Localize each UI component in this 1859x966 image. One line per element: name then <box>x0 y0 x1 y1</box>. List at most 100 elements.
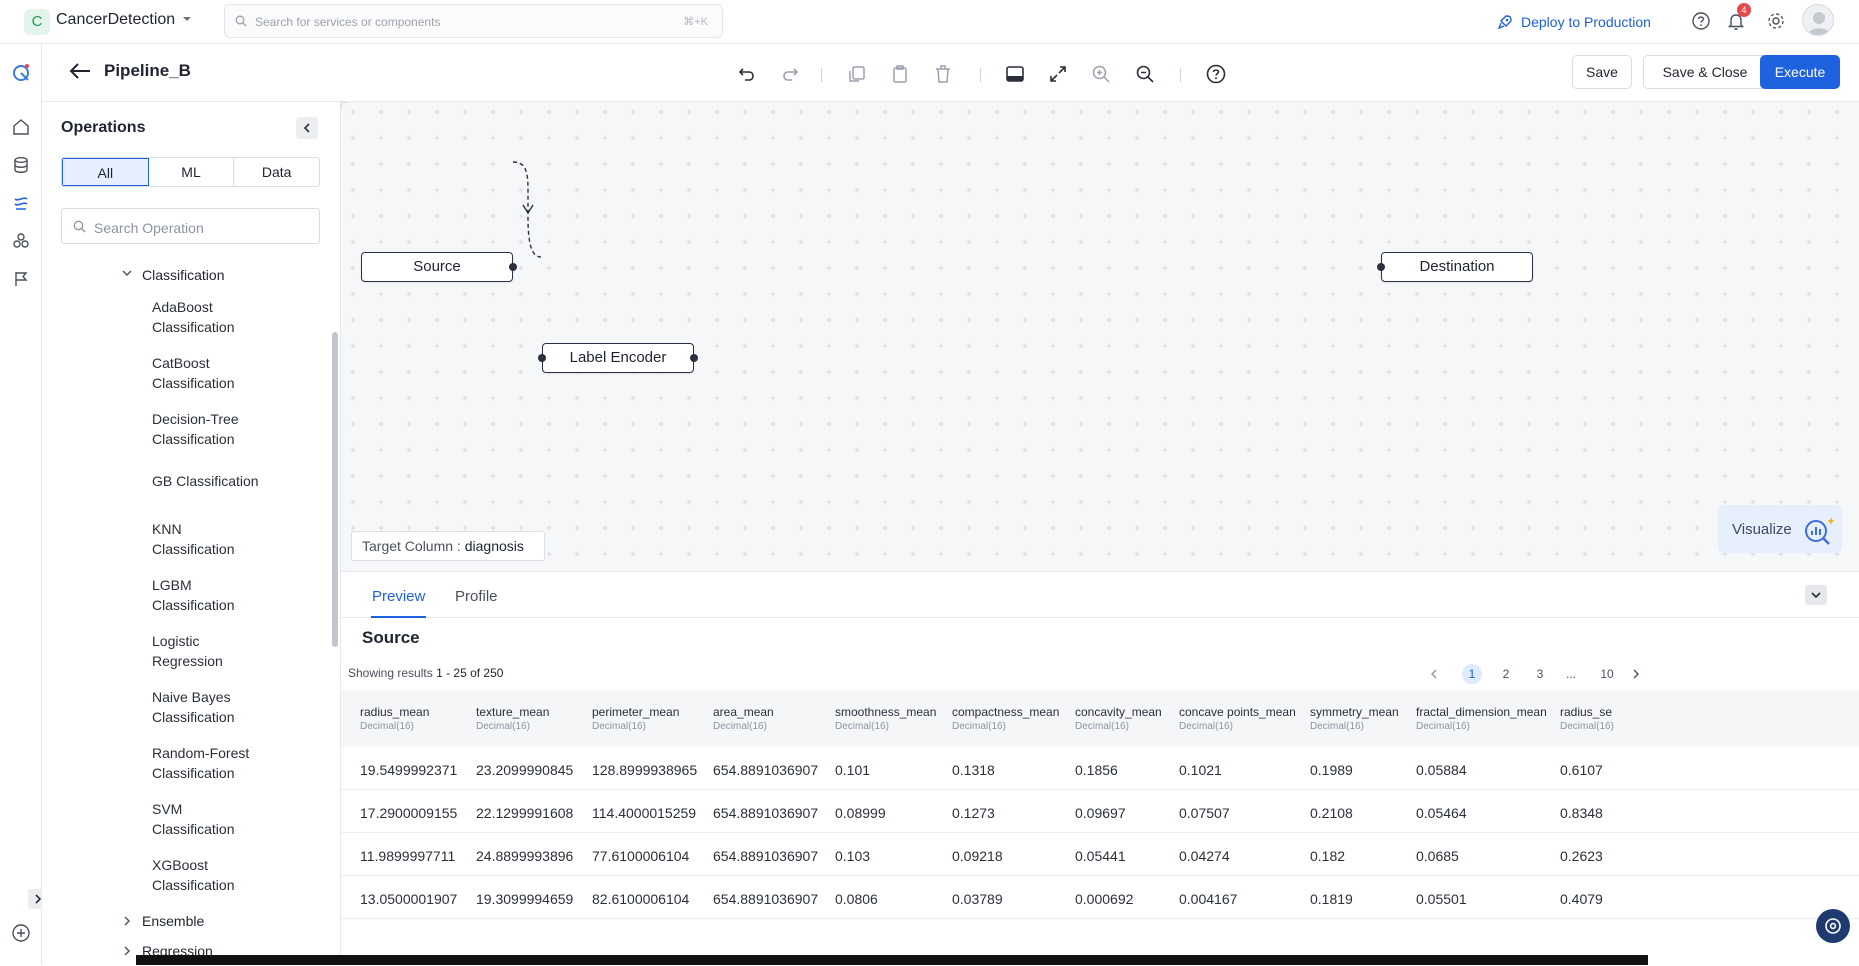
undo-icon[interactable] <box>736 63 758 85</box>
redo-icon[interactable] <box>779 63 801 85</box>
global-search-input[interactable]: Search for services or components ⌘+K <box>224 4 723 38</box>
page-1[interactable]: 1 <box>1462 664 1482 684</box>
node-destination-input-port[interactable] <box>1377 263 1385 271</box>
node-label-encoder[interactable]: Label Encoder <box>542 343 694 373</box>
column-header[interactable]: radius_mean Decimal(16) <box>360 705 429 732</box>
page-2[interactable]: 2 <box>1496 664 1516 684</box>
column-header[interactable]: concavity_mean Decimal(16) <box>1075 705 1162 732</box>
table-cell: 0.1273 <box>952 805 995 821</box>
operation-naive-bayes-classification[interactable]: Naive Bayes Classification <box>152 687 234 727</box>
project-name[interactable]: CancerDetection <box>56 11 175 29</box>
table-cell: 22.1299991608 <box>476 805 574 821</box>
operation-knn-classification[interactable]: KNN Classification <box>152 519 234 559</box>
edge-source-to-label-encoder[interactable] <box>341 102 741 362</box>
project-badge[interactable]: C <box>24 9 50 35</box>
operation-svm-classification[interactable]: SVM Classification <box>152 799 234 839</box>
table-row[interactable]: 11.9899997711 24.8899993896 77.6100006104 6… <box>341 833 1859 876</box>
table-header: radius_mean Decimal(16) texture_mean Decima… <box>341 690 1859 747</box>
save-button[interactable]: Save <box>1572 55 1632 89</box>
scrollbar-thumb[interactable] <box>332 332 338 647</box>
operation-logistic-regression[interactable]: Logistic Regression <box>152 631 223 671</box>
flag-icon[interactable] <box>6 264 36 294</box>
deploy-to-production-button[interactable]: Deploy to Production <box>1497 9 1651 35</box>
column-header[interactable]: symmetry_mean Decimal(16) <box>1310 705 1399 732</box>
tab-preview[interactable]: Preview <box>372 588 425 605</box>
column-type: Decimal(16) <box>952 721 1006 732</box>
table-row[interactable]: 13.0500001907 19.3099994659 82.6100006104 6… <box>341 876 1859 919</box>
prev-page-icon[interactable] <box>1424 664 1444 684</box>
database-icon[interactable] <box>6 150 36 180</box>
operations-title: Operations <box>61 119 146 136</box>
pipeline-icon[interactable] <box>6 188 36 218</box>
results-range: 1 - 25 of 250 <box>436 666 504 680</box>
search-operation-input[interactable]: Search Operation <box>61 208 320 244</box>
column-header[interactable]: radius_se Decimal(16) <box>1560 705 1614 732</box>
app-logo-icon[interactable] <box>6 58 36 88</box>
help-icon[interactable] <box>1205 63 1227 85</box>
chevron-right-icon[interactable] <box>122 946 132 956</box>
pipeline-canvas[interactable]: Source Destination Label Encoder Target … <box>341 102 1859 571</box>
assistant-chat-button[interactable] <box>1816 909 1850 943</box>
collapse-panel-button[interactable] <box>296 117 318 139</box>
category-classification[interactable]: Classification <box>142 267 224 283</box>
column-header[interactable]: area_mean Decimal(16) <box>713 705 774 732</box>
node-label-encoder-input-port[interactable] <box>538 354 546 362</box>
next-page-icon[interactable] <box>1626 664 1646 684</box>
operation-xgboost-classification[interactable]: XGBoost Classification <box>152 855 234 895</box>
operation-random-forest-classification[interactable]: Random-Forest Classification <box>152 743 249 783</box>
operation-adaboost-classification[interactable]: AdaBoost Classification <box>152 297 234 337</box>
chevron-down-icon[interactable] <box>182 14 192 24</box>
column-header[interactable]: compactness_mean Decimal(16) <box>952 705 1059 732</box>
operation-catboost-classification[interactable]: CatBoost Classification <box>152 353 234 393</box>
column-name: compactness_mean <box>952 705 1060 719</box>
avatar[interactable] <box>1802 4 1834 36</box>
preview-panel: Preview Profile Source Showing results 1… <box>341 571 1859 965</box>
zoom-out-icon[interactable] <box>1134 63 1156 85</box>
table-cell: 11.9899997711 <box>360 848 456 864</box>
add-icon[interactable] <box>6 918 36 948</box>
models-icon[interactable] <box>6 226 36 256</box>
column-header[interactable]: concave points_mean Decimal(16) <box>1179 705 1296 732</box>
execute-button[interactable]: Execute <box>1760 55 1840 89</box>
table-row[interactable]: 17.2900009155 22.1299991608 114.4000015259… <box>341 790 1859 833</box>
panel-toggle-icon[interactable] <box>1004 63 1026 85</box>
node-source[interactable]: Source <box>361 252 513 282</box>
column-header[interactable]: perimeter_mean Decimal(16) <box>592 705 679 732</box>
zoom-in-icon[interactable] <box>1090 63 1112 85</box>
table-cell: 654.8891036907 <box>713 891 819 907</box>
chevron-down-icon[interactable] <box>122 268 132 278</box>
operation-lgbm-classification[interactable]: LGBM Classification <box>152 575 234 615</box>
column-type: Decimal(16) <box>1310 721 1364 732</box>
category-ensemble[interactable]: Ensemble <box>142 913 204 929</box>
collapse-panel-button[interactable] <box>1805 585 1827 605</box>
back-arrow-icon[interactable] <box>68 61 92 81</box>
fit-view-icon[interactable] <box>1047 63 1069 85</box>
save-close-button[interactable]: Save & Close <box>1643 55 1767 89</box>
table-row[interactable]: 19.5499992371 23.2099990845 128.8999938965… <box>341 747 1859 790</box>
help-icon[interactable] <box>1690 10 1712 32</box>
filter-ml[interactable]: ML <box>149 158 235 186</box>
filter-all[interactable]: All <box>62 158 149 186</box>
page-3[interactable]: 3 <box>1530 664 1550 684</box>
operation-decision-tree-classification[interactable]: Decision-Tree Classification <box>152 409 239 449</box>
column-header[interactable]: fractal_dimension_mean Decimal(16) <box>1416 705 1547 732</box>
node-destination[interactable]: Destination <box>1381 252 1533 282</box>
node-source-output-port[interactable] <box>509 263 517 271</box>
tab-profile[interactable]: Profile <box>455 588 498 605</box>
copy-icon[interactable] <box>846 63 868 85</box>
operation-gb-classification[interactable]: GB Classification <box>152 471 259 491</box>
page-10[interactable]: 10 <box>1597 664 1617 684</box>
horizontal-scrollbar[interactable] <box>136 955 1648 965</box>
chevron-right-icon[interactable] <box>122 916 132 926</box>
gear-icon[interactable] <box>1765 10 1787 32</box>
delete-icon[interactable] <box>932 63 954 85</box>
home-icon[interactable] <box>6 112 36 142</box>
paste-icon[interactable] <box>889 63 911 85</box>
visualize-label: Visualize <box>1732 521 1792 538</box>
node-label-encoder-output-port[interactable] <box>690 354 698 362</box>
column-header[interactable]: smoothness_mean Decimal(16) <box>835 705 936 732</box>
column-header[interactable]: texture_mean Decimal(16) <box>476 705 549 732</box>
visualize-button[interactable]: Visualize <box>1718 505 1842 553</box>
filter-data[interactable]: Data <box>234 158 319 186</box>
results-prefix: Showing results <box>348 666 433 680</box>
